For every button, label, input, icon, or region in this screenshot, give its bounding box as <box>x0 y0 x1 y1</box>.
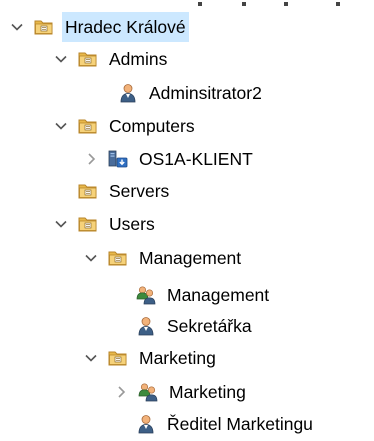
ou-folder-icon <box>34 17 54 37</box>
tree-item-label: Hradec Králové <box>62 12 189 42</box>
group-icon <box>136 285 156 305</box>
tree-item-label: OS1A-KLIENT <box>139 149 253 169</box>
chevron-down-icon[interactable] <box>54 119 68 133</box>
tree-item-sekretarka[interactable]: Sekretářka <box>112 311 255 341</box>
tree-item-label: Management <box>139 248 242 268</box>
user-icon <box>118 83 138 103</box>
user-icon <box>136 414 156 434</box>
tree-item-label: Marketing <box>139 348 216 368</box>
tree-item-label: Sekretářka <box>167 316 252 336</box>
chevron-right-icon[interactable] <box>84 152 98 166</box>
tree-item-label: Ředitel Marketingu <box>167 414 313 434</box>
tree-item-label: Adminsitrator2 <box>149 83 262 103</box>
tree-item-users[interactable]: Users <box>54 209 158 239</box>
tree-item-reditel-marketingu[interactable]: Ředitel Marketingu <box>112 409 316 439</box>
clipped-row-fragment <box>198 2 348 6</box>
tree-item-label: Users <box>109 214 155 234</box>
tree-item-marketing-group[interactable]: Marketing <box>114 377 249 407</box>
chevron-right-icon[interactable] <box>114 385 128 399</box>
tree-item-servers[interactable]: Servers <box>54 176 172 206</box>
ou-folder-icon <box>78 181 98 201</box>
tree-item-management-group[interactable]: Management <box>112 280 272 310</box>
tree-item-adminsitrator2[interactable]: Adminsitrator2 <box>94 78 265 108</box>
tree-item-label: Servers <box>109 181 170 201</box>
chevron-down-icon[interactable] <box>84 251 98 265</box>
tree-item-label: Marketing <box>169 382 246 402</box>
chevron-down-icon[interactable] <box>84 351 98 365</box>
tree-item-label: Computers <box>109 116 195 136</box>
group-icon <box>138 382 158 402</box>
ou-folder-icon <box>78 49 98 69</box>
ou-folder-icon <box>108 348 128 368</box>
tree-item-management-ou[interactable]: Management <box>84 243 244 273</box>
tree-item-computers[interactable]: Computers <box>54 111 198 141</box>
user-icon <box>136 316 156 336</box>
chevron-down-icon[interactable] <box>10 20 24 34</box>
ou-folder-icon <box>78 116 98 136</box>
tree-item-hradec-kralove[interactable]: Hradec Králové <box>10 12 189 42</box>
tree-item-label: Admins <box>109 49 168 69</box>
tree-item-admins[interactable]: Admins <box>54 44 170 74</box>
tree-item-label: Management <box>167 285 270 305</box>
ou-folder-icon <box>108 248 128 268</box>
chevron-down-icon[interactable] <box>54 217 68 231</box>
computer-icon <box>108 149 128 169</box>
tree-item-os1a-klient[interactable]: OS1A-KLIENT <box>84 144 256 174</box>
chevron-down-icon[interactable] <box>54 52 68 66</box>
tree-item-marketing-ou[interactable]: Marketing <box>84 343 219 373</box>
ou-folder-icon <box>78 214 98 234</box>
